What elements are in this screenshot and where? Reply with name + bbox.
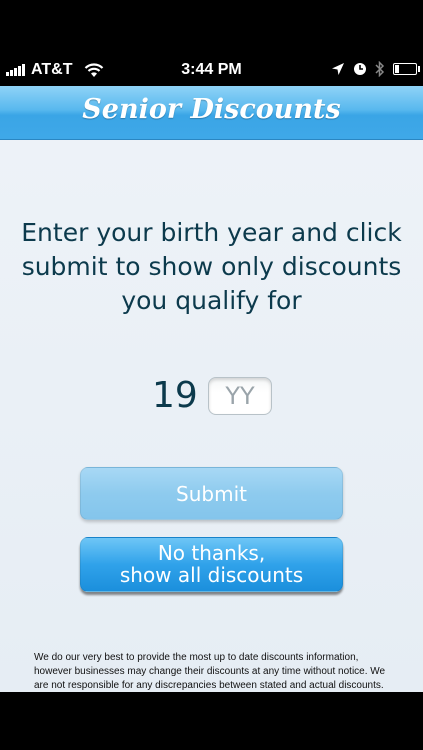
nav-title: Senior Discounts xyxy=(82,94,341,125)
year-prefix: 19 xyxy=(152,375,198,416)
status-right xyxy=(331,61,420,77)
bluetooth-icon xyxy=(375,61,385,77)
submit-button[interactable]: Submit xyxy=(80,467,343,520)
nav-bar: Senior Discounts xyxy=(0,86,423,140)
show-all-label-line2: show all discounts xyxy=(119,563,304,587)
birth-year-input[interactable] xyxy=(208,377,272,415)
instructions-text: Enter your birth year and click submit t… xyxy=(21,218,402,315)
status-bar: AT&T 3:44 PM xyxy=(0,56,423,86)
disclaimer-text: We do our very best to provide the most … xyxy=(34,652,386,691)
battery-level xyxy=(395,65,399,73)
battery-icon xyxy=(393,63,420,75)
show-all-label-line1: No thanks, xyxy=(157,541,266,565)
alarm-icon xyxy=(354,63,366,75)
location-icon xyxy=(332,63,344,75)
show-all-discounts-button[interactable]: No thanks, show all discounts xyxy=(80,537,343,592)
birth-year-row: 19 xyxy=(0,376,423,416)
app-screen: Senior Discounts Enter your birth year a… xyxy=(0,86,423,692)
